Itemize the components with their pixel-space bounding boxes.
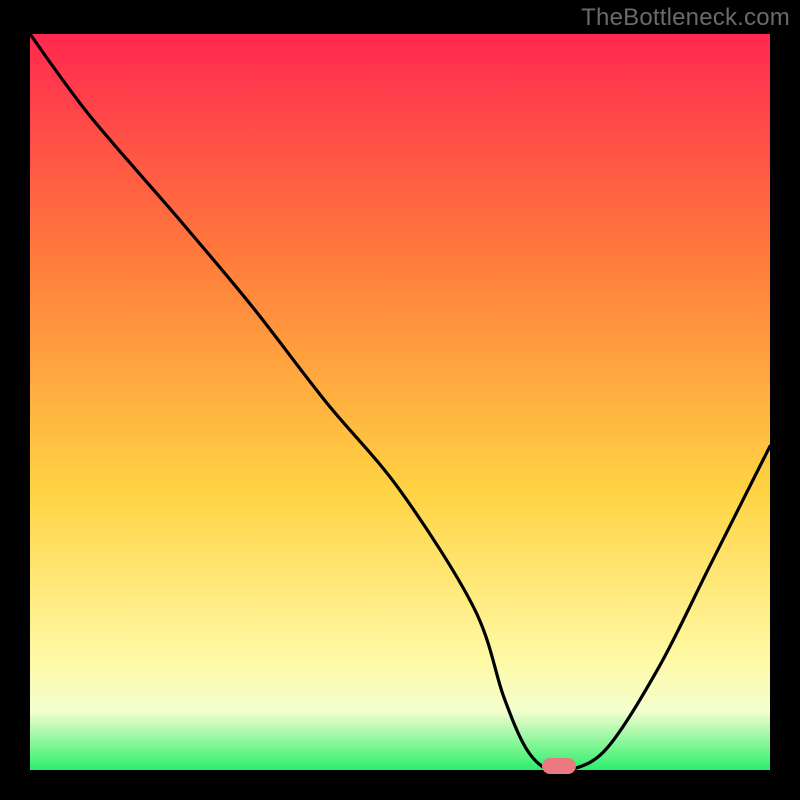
plot-svg — [30, 34, 770, 770]
plot-area — [30, 34, 770, 770]
attribution-text: TheBottleneck.com — [581, 4, 790, 32]
heat-rect — [30, 34, 770, 770]
chart-frame: TheBottleneck.com — [0, 0, 800, 800]
